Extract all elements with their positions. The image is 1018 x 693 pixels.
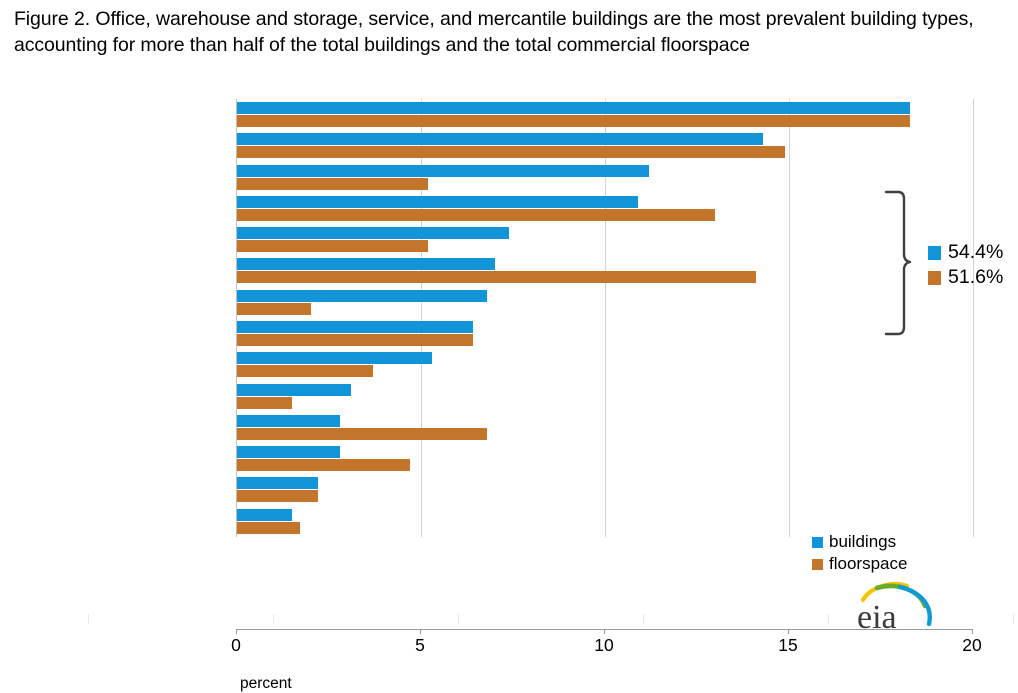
x-tick-label: 0 bbox=[231, 635, 241, 655]
page-guide bbox=[643, 614, 644, 624]
bar-buildings bbox=[237, 102, 911, 114]
bar-buildings bbox=[237, 414, 341, 427]
bar-buildings bbox=[237, 352, 433, 365]
chart-row: Mercantile bbox=[237, 193, 973, 224]
page-guide bbox=[828, 614, 829, 624]
chart-row: Lodging bbox=[237, 412, 973, 443]
x-tick-label: 5 bbox=[415, 635, 425, 655]
chart-row: Food service bbox=[237, 287, 973, 318]
bar-buildings bbox=[237, 164, 650, 177]
plot-area: OfficeWarehouse and storageServiceMercan… bbox=[236, 99, 974, 537]
chart-row: Other bbox=[237, 474, 973, 505]
bar-buildings bbox=[237, 383, 352, 396]
legend-label-floorspace: floorspace bbox=[829, 554, 908, 573]
chart-row: Vacant bbox=[237, 349, 973, 380]
gridline bbox=[973, 99, 974, 537]
eia-logo-icon: eia bbox=[857, 582, 932, 636]
x-tick-mark bbox=[604, 629, 605, 634]
x-tick-mark bbox=[420, 629, 421, 634]
x-tick-mark bbox=[972, 629, 973, 634]
page-guide bbox=[458, 614, 459, 624]
bar-buildings bbox=[237, 508, 293, 521]
x-tick-label: 20 bbox=[962, 635, 982, 655]
bar-buildings bbox=[237, 289, 488, 302]
page-guide bbox=[273, 614, 274, 624]
bar-floorspace bbox=[237, 427, 488, 440]
legend-item-buildings[interactable]: buildings bbox=[812, 531, 952, 553]
chart-row: Food sales bbox=[237, 381, 973, 412]
legend-item-floorspace[interactable]: floorspace bbox=[812, 553, 952, 575]
callout-swatch-buildings bbox=[928, 245, 941, 260]
callout-value-buildings: 54.4% bbox=[948, 241, 1004, 263]
bar-floorspace bbox=[237, 240, 429, 253]
legend-label-buildings: buildings bbox=[829, 532, 897, 551]
chart-row: Warehouse and storage bbox=[237, 130, 973, 161]
bar-buildings bbox=[237, 258, 495, 271]
page-guide bbox=[1013, 614, 1014, 624]
bar-buildings bbox=[237, 321, 473, 333]
bar-floorspace bbox=[237, 521, 300, 534]
eia-logo: eia bbox=[853, 580, 939, 636]
bar-floorspace bbox=[237, 396, 293, 409]
bar-buildings bbox=[237, 133, 764, 146]
bar-floorspace bbox=[237, 115, 911, 127]
x-axis-title: percent bbox=[240, 675, 292, 692]
bar-floorspace bbox=[237, 271, 756, 284]
brace-callout: 54.4% 51.6% bbox=[928, 240, 1018, 290]
bar-buildings bbox=[237, 227, 510, 240]
chart-legend: buildings floorspace bbox=[812, 531, 952, 575]
chart-row: Public assembly bbox=[237, 318, 973, 349]
bar-floorspace bbox=[237, 334, 473, 346]
callout-value-floorspace: 51.6% bbox=[948, 266, 1004, 288]
curly-brace-icon bbox=[884, 190, 912, 336]
bar-floorspace bbox=[237, 459, 410, 472]
bar-floorspace bbox=[237, 208, 716, 221]
legend-swatch-floorspace bbox=[812, 558, 823, 570]
bar-floorspace bbox=[237, 302, 311, 315]
callout-swatch-floorspace bbox=[928, 270, 941, 285]
bar-floorspace bbox=[237, 490, 318, 503]
x-tick-mark bbox=[788, 629, 789, 634]
page-guide bbox=[88, 614, 89, 624]
chart-row: Office bbox=[237, 99, 973, 130]
page-title: Figure 2. Office, warehouse and storage,… bbox=[14, 8, 974, 56]
chart-row: Religious worship bbox=[237, 224, 973, 255]
brace-annotation bbox=[884, 188, 924, 338]
legend-swatch-buildings bbox=[812, 536, 823, 548]
chart-row: Education bbox=[237, 255, 973, 286]
callout-row-buildings: 54.4% bbox=[928, 240, 1018, 265]
bar-floorspace bbox=[237, 365, 374, 378]
bar-buildings bbox=[237, 477, 318, 490]
bar-buildings bbox=[237, 195, 639, 208]
bar-floorspace bbox=[237, 146, 786, 159]
x-tick-label: 15 bbox=[778, 635, 798, 655]
bar-floorspace bbox=[237, 177, 429, 190]
x-tick-label: 10 bbox=[594, 635, 614, 655]
callout-row-floorspace: 51.6% bbox=[928, 265, 1018, 290]
chart-container: OfficeWarehouse and storageServiceMercan… bbox=[0, 92, 1018, 692]
chart-row: Service bbox=[237, 162, 973, 193]
x-tick-mark bbox=[236, 629, 237, 634]
bar-buildings bbox=[237, 446, 341, 459]
eia-logo-wordmark: eia bbox=[857, 599, 897, 634]
chart-row: Health care bbox=[237, 443, 973, 474]
